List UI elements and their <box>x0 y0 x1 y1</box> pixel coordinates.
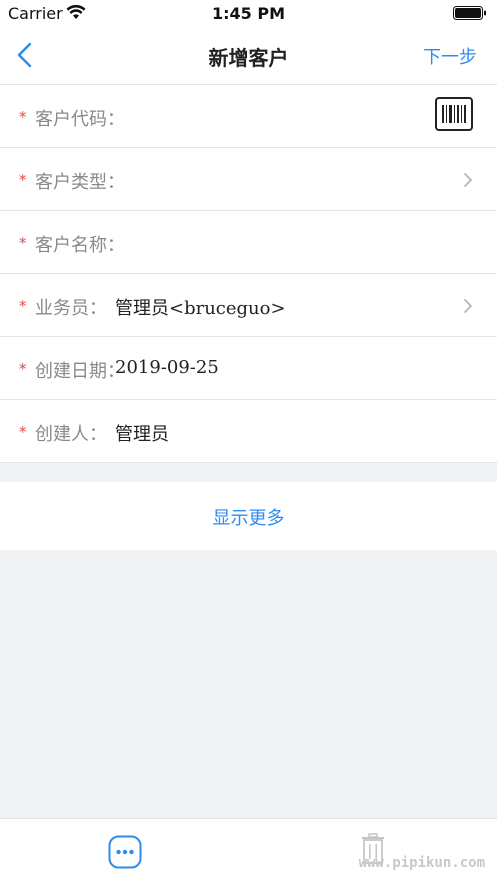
chevron-right-icon <box>464 299 472 313</box>
status-time: 1:45 PM <box>211 4 285 23</box>
more-dots-icon[interactable] <box>108 835 142 869</box>
watermark: www.pipikun.com <box>358 855 485 871</box>
status-bar: Carrier 1:45 PM <box>0 0 497 28</box>
barcode-icon[interactable] <box>435 97 473 131</box>
show-more-section: 显示更多 <box>0 482 497 550</box>
screen: Carrier 1:45 PM 新增客户 下一步 * 客户代码： * 客户类型：… <box>0 0 497 883</box>
field-customer-name[interactable]: * 客户名称： <box>0 211 497 274</box>
show-more-button[interactable]: 显示更多 <box>0 504 497 530</box>
required-mark: * <box>19 171 27 189</box>
customer-form: * 客户代码： * 客户类型： * 客户名称： * 业务员： 管理员<bruce… <box>0 85 497 463</box>
battery-icon <box>453 6 486 20</box>
field-label: 创建日期： <box>35 361 125 382</box>
required-mark: * <box>19 108 27 126</box>
field-creator[interactable]: * 创建人： 管理员 <box>0 400 497 463</box>
next-step-button[interactable]: 下一步 <box>423 43 477 69</box>
field-salesperson[interactable]: * 业务员： 管理员<bruceguo> <box>0 274 497 337</box>
bottom-toolbar: www.pipikun.com <box>0 818 497 883</box>
field-customer-code[interactable]: * 客户代码： <box>0 85 497 148</box>
field-value: 2019-09-25 <box>115 357 219 378</box>
required-mark: * <box>19 297 27 315</box>
field-value: 管理员<bruceguo> <box>115 298 286 319</box>
field-value: 管理员 <box>115 424 169 445</box>
field-label: 客户代码： <box>35 109 125 130</box>
field-label: 客户名称： <box>35 235 125 256</box>
navigation-bar: 新增客户 下一步 <box>0 28 497 85</box>
required-mark: * <box>19 234 27 252</box>
field-customer-type[interactable]: * 客户类型： <box>0 148 497 211</box>
required-mark: * <box>19 360 27 378</box>
field-created-date[interactable]: * 创建日期： 2019-09-25 <box>0 337 497 400</box>
field-label: 创建人： <box>35 424 107 445</box>
field-label: 业务员： <box>35 298 107 319</box>
field-label: 客户类型： <box>35 172 125 193</box>
required-mark: * <box>19 423 27 441</box>
chevron-right-icon <box>464 173 472 187</box>
